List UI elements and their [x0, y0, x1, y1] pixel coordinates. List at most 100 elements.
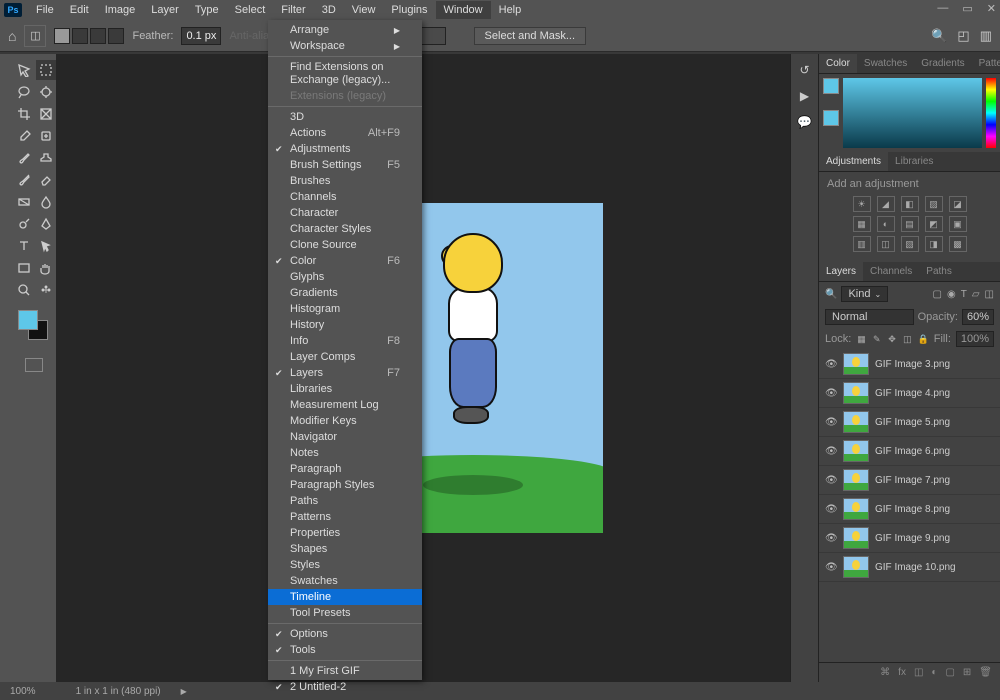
layer-row[interactable]: 👁 GIF Image 3.png — [819, 350, 1000, 379]
path-select-tool[interactable] — [36, 236, 56, 256]
gradient-tool[interactable] — [14, 192, 34, 212]
panel-tab-channels[interactable]: Channels — [863, 262, 919, 281]
menu-item-layer-comps[interactable]: Layer Comps — [268, 349, 422, 365]
menu-file[interactable]: File — [28, 1, 62, 19]
opacity-input[interactable]: 60% — [962, 309, 994, 325]
menu-item-options[interactable]: ✔Options — [268, 626, 422, 642]
edit-toolbar[interactable] — [36, 280, 56, 300]
layer-thumbnail[interactable] — [843, 411, 869, 433]
layer-row[interactable]: 👁GIF Image 7.png — [819, 466, 1000, 495]
add-selection-icon[interactable] — [72, 28, 88, 44]
history-icon[interactable]: ↺ — [797, 62, 813, 78]
color-swatches[interactable] — [12, 310, 56, 346]
crop-tool[interactable] — [14, 104, 34, 124]
layer-thumbnail[interactable] — [843, 382, 869, 404]
menu-type[interactable]: Type — [187, 1, 227, 19]
menu-help[interactable]: Help — [491, 1, 530, 19]
menu-item-clone-source[interactable]: Clone Source — [268, 237, 422, 253]
menu-image[interactable]: Image — [97, 1, 144, 19]
layer-thumbnail[interactable] — [843, 498, 869, 520]
status-arrow-icon[interactable]: ▶ — [181, 687, 187, 696]
lock-brush-icon[interactable]: ✎ — [872, 333, 882, 345]
frame-tool[interactable] — [36, 104, 56, 124]
layer-name[interactable]: GIF Image 10.png — [875, 562, 956, 573]
layer-kind-select[interactable]: Kind ⌄ — [841, 286, 888, 302]
healing-tool[interactable] — [36, 126, 56, 146]
bg-mini-swatch[interactable] — [823, 110, 839, 126]
quick-mask-icon[interactable] — [25, 358, 43, 372]
layer-style-icon[interactable]: fx — [898, 667, 906, 678]
panel-tab-color[interactable]: Color — [819, 54, 857, 73]
intersect-selection-icon[interactable] — [108, 28, 124, 44]
layer-mask-icon[interactable]: ◫ — [914, 667, 923, 678]
visibility-icon[interactable]: 👁 — [825, 359, 837, 370]
comment-icon[interactable]: 💬 — [797, 114, 813, 130]
tool-preset-picker[interactable]: ◫ — [24, 25, 46, 47]
menu-item-workspace[interactable]: Workspace▶ — [268, 38, 422, 54]
color-field[interactable] — [843, 78, 982, 148]
visibility-icon[interactable]: 👁 — [825, 446, 837, 457]
layer-name[interactable]: GIF Image 6.png — [875, 446, 950, 457]
brush-tool[interactable] — [14, 148, 34, 168]
menu-item-3d[interactable]: 3D — [268, 109, 422, 125]
quick-select-tool[interactable] — [36, 82, 56, 102]
pen-tool[interactable] — [36, 214, 56, 234]
menu-item-adjustments[interactable]: ✔Adjustments — [268, 141, 422, 157]
menu-item-brushes[interactable]: Brushes — [268, 173, 422, 189]
layer-row[interactable]: 👁GIF Image 10.png — [819, 553, 1000, 582]
layer-name[interactable]: GIF Image 9.png — [875, 533, 950, 544]
foreground-color-swatch[interactable] — [18, 310, 38, 330]
menu-item-paragraph-styles[interactable]: Paragraph Styles — [268, 477, 422, 493]
menu-item-arrange[interactable]: Arrange▶ — [268, 22, 422, 38]
menu-item-tool-presets[interactable]: Tool Presets — [268, 605, 422, 621]
zoom-tool[interactable] — [14, 280, 34, 300]
layer-name[interactable]: GIF Image 8.png — [875, 504, 950, 515]
menu-item-character[interactable]: Character — [268, 205, 422, 221]
menu-window[interactable]: Window — [436, 1, 491, 19]
home-icon[interactable]: ⌂ — [8, 28, 16, 44]
menu-item-tools[interactable]: ✔Tools — [268, 642, 422, 658]
visibility-icon[interactable]: 👁 — [825, 388, 837, 399]
layer-row[interactable]: 👁GIF Image 5.png — [819, 408, 1000, 437]
feather-input[interactable]: 0.1 px — [181, 27, 221, 45]
layer-row[interactable]: 👁GIF Image 4.png — [819, 379, 1000, 408]
eraser-tool[interactable] — [36, 170, 56, 190]
menu-item-character-styles[interactable]: Character Styles — [268, 221, 422, 237]
zoom-level[interactable]: 100% — [10, 686, 36, 697]
layer-name[interactable]: GIF Image 5.png — [875, 417, 950, 428]
share-icon[interactable]: ◰ — [957, 28, 969, 44]
panel-tab-layers[interactable]: Layers — [819, 262, 863, 281]
menu-item-channels[interactable]: Channels — [268, 189, 422, 205]
adjustment-layer-icon[interactable]: ◐ — [931, 667, 937, 678]
menu-item-brush-settings[interactable]: Brush SettingsF5 — [268, 157, 422, 173]
close-icon[interactable]: ✕ — [987, 2, 996, 15]
menu-item-glyphs[interactable]: Glyphs — [268, 269, 422, 285]
visibility-icon[interactable]: 👁 — [825, 475, 837, 486]
menu-item-gradients[interactable]: Gradients — [268, 285, 422, 301]
panel-tab-libraries[interactable]: Libraries — [888, 152, 940, 171]
visibility-icon[interactable]: 👁 — [825, 533, 837, 544]
subtract-selection-icon[interactable] — [90, 28, 106, 44]
menu-item-navigator[interactable]: Navigator — [268, 429, 422, 445]
type-tool[interactable] — [14, 236, 34, 256]
menu-item-styles[interactable]: Styles — [268, 557, 422, 573]
hue-slider[interactable] — [986, 78, 996, 148]
layer-name[interactable]: GIF Image 3.png — [875, 359, 950, 370]
play-icon[interactable]: ▶ — [797, 88, 813, 104]
menu-item-notes[interactable]: Notes — [268, 445, 422, 461]
menu-item-info[interactable]: InfoF8 — [268, 333, 422, 349]
layer-thumbnail[interactable] — [843, 556, 869, 578]
menu-edit[interactable]: Edit — [62, 1, 97, 19]
menu-item-modifier-keys[interactable]: Modifier Keys — [268, 413, 422, 429]
menu-item-libraries[interactable]: Libraries — [268, 381, 422, 397]
move-tool[interactable] — [14, 60, 34, 80]
panel-tab-swatches[interactable]: Swatches — [857, 54, 914, 73]
canvas-area[interactable] — [56, 54, 790, 682]
rectangle-tool[interactable] — [14, 258, 34, 278]
dodge-tool[interactable] — [14, 214, 34, 234]
layer-thumbnail[interactable] — [843, 469, 869, 491]
layer-thumbnail[interactable] — [843, 440, 869, 462]
menu-item-history[interactable]: History — [268, 317, 422, 333]
history-brush-tool[interactable] — [14, 170, 34, 190]
layer-thumbnail[interactable] — [843, 527, 869, 549]
